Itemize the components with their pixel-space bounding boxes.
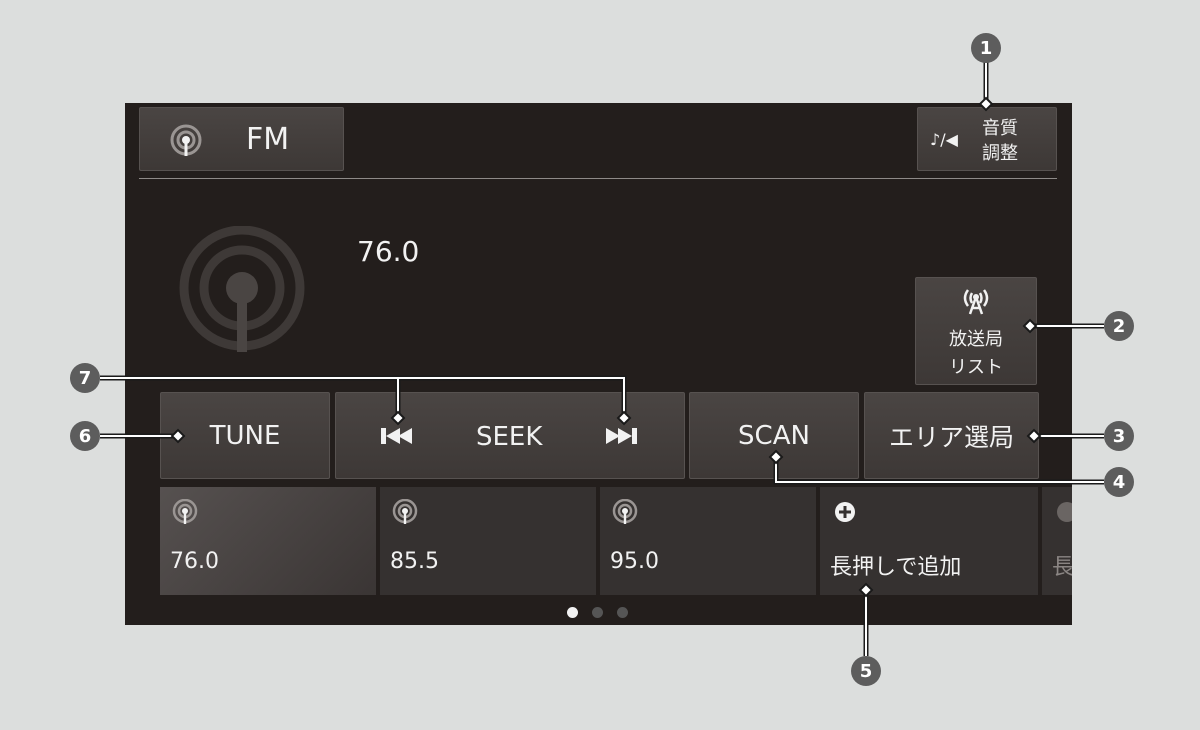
callout-lines bbox=[100, 62, 1104, 656]
callout-marker: 7 bbox=[70, 363, 100, 393]
callout-marker: 3 bbox=[1104, 421, 1134, 451]
callout-marker: 6 bbox=[70, 421, 100, 451]
callout-marker: 5 bbox=[851, 656, 881, 686]
callout-marker: 4 bbox=[1104, 467, 1134, 497]
callout-marker: 2 bbox=[1104, 311, 1134, 341]
callout-marker: 1 bbox=[971, 33, 1001, 63]
